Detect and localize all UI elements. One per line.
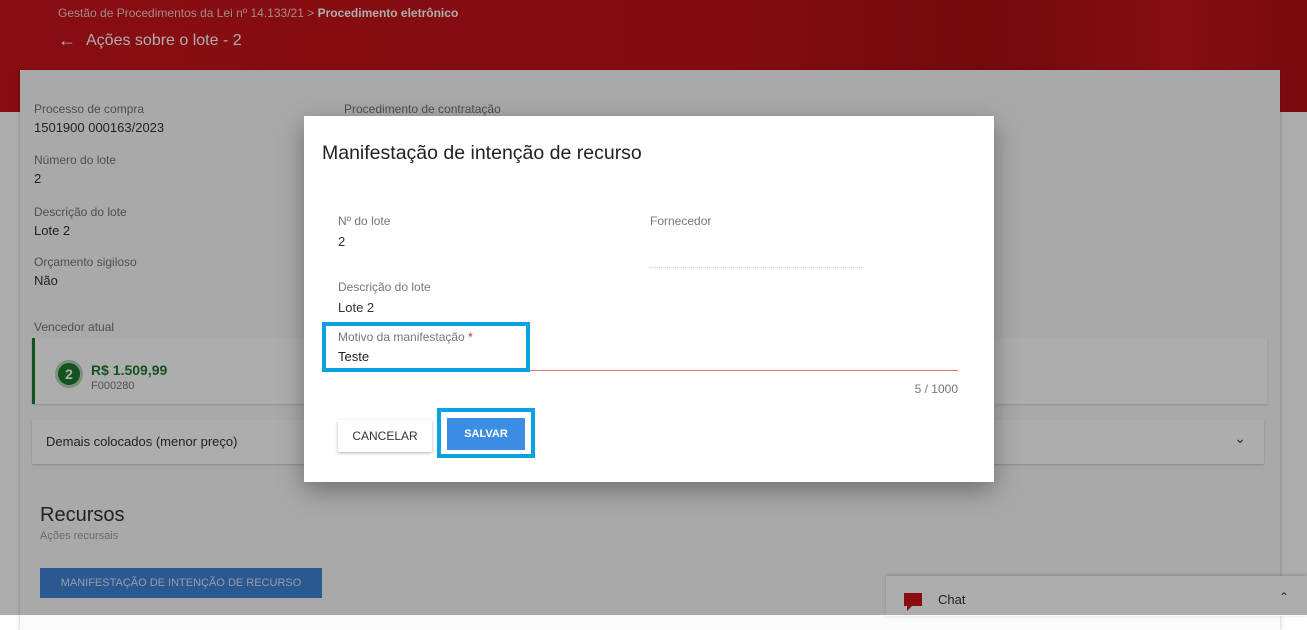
field-value: 2	[338, 234, 346, 249]
manifestacao-dialog: Manifestação de intenção de recurso Nº d…	[304, 116, 994, 482]
fornecedor-underline	[650, 267, 864, 268]
field-label: Fornecedor	[650, 214, 712, 228]
dialog-title: Manifestação de intenção de recurso	[322, 142, 642, 164]
field-value: Lote 2	[338, 300, 375, 315]
highlight-motivo	[322, 322, 530, 372]
dialog-field-fornecedor: Fornecedor	[650, 214, 711, 228]
dialog-field-lote: Nº do lote 2	[338, 214, 390, 249]
field-label: Descrição do lote	[338, 280, 431, 294]
cancel-button[interactable]: CANCELAR	[338, 420, 432, 452]
save-button[interactable]: SALVAR	[447, 418, 525, 450]
dialog-field-descricao: Descrição do lote Lote 2	[338, 280, 431, 315]
field-label: Nº do lote	[338, 214, 391, 228]
char-counter: 5 / 1000	[914, 382, 958, 396]
